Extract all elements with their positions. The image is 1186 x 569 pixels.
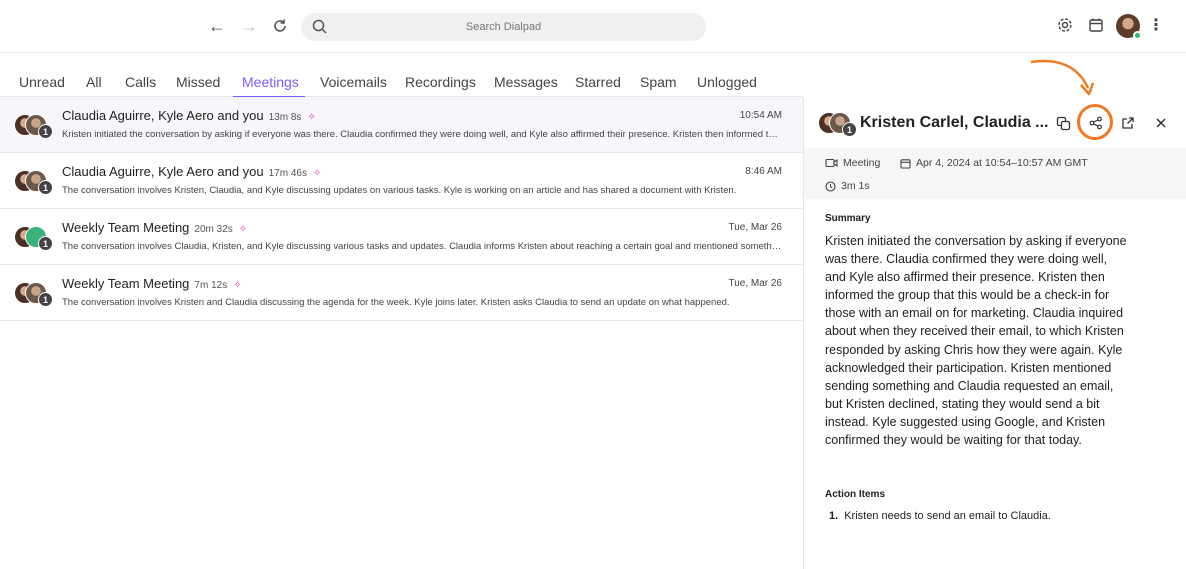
conversation-title-text: Claudia Aguirre, Kyle Aero and you <box>62 164 264 179</box>
clock-icon <box>825 180 836 192</box>
calendar-icon <box>900 158 911 169</box>
tab-missed[interactable]: Missed <box>176 74 220 90</box>
action-items-heading: Action Items <box>825 489 886 500</box>
conversation-duration: 17m 46s <box>268 168 307 179</box>
participant-count-badge: 1 <box>38 124 53 139</box>
meeting-date-label: Apr 4, 2024 at 10:54–10:57 AM GMT <box>916 157 1088 169</box>
conversation-duration: 13m 8s <box>268 112 302 123</box>
search-icon <box>312 19 327 34</box>
tab-messages[interactable]: Messages <box>494 74 558 90</box>
ai-sparkle-icon: ✧ <box>307 112 316 123</box>
detail-title: Kristen Carlel, Claudia ... <box>860 114 1049 131</box>
participant-count-badge: 1 <box>842 122 857 137</box>
conversation-title: Claudia Aguirre, Kyle Aero and you 13m 8s… <box>62 108 316 123</box>
conversation-duration: 20m 32s <box>194 224 233 235</box>
participant-avatars: 1 <box>818 112 858 138</box>
tab-unread[interactable]: Unread <box>19 74 65 90</box>
ai-sparkle-icon: ✧ <box>313 168 322 179</box>
participant-count-badge: 1 <box>38 236 53 251</box>
tab-calls[interactable]: Calls <box>125 74 156 90</box>
online-status-dot <box>1133 31 1142 40</box>
conversation-row[interactable]: 1 Claudia Aguirre, Kyle Aero and you 13m … <box>0 97 803 153</box>
participant-avatars: 1 <box>14 114 54 140</box>
conversation-summary-preview: The conversation involves Claudia, Krist… <box>62 241 782 252</box>
detail-header: 1 Kristen Carlel, Claudia ... <box>804 97 1186 148</box>
ai-sparkle-icon: ✧ <box>238 224 248 235</box>
participant-count-badge: 1 <box>38 180 53 195</box>
back-arrow-icon[interactable]: ← <box>206 15 228 37</box>
tab-recordings[interactable]: Recordings <box>405 74 476 90</box>
conversation-duration: 7m 12s <box>194 280 228 291</box>
meeting-duration-label: 3m 1s <box>841 180 870 192</box>
forward-arrow-icon[interactable]: → <box>238 15 260 37</box>
action-item: 1. Kristen needs to send an email to Clau… <box>829 510 1051 522</box>
action-item-text: Kristen needs to send an email to Claudi… <box>844 510 1051 522</box>
meeting-type-label: Meeting <box>843 157 881 169</box>
more-options-icon[interactable]: ⋮ <box>1148 15 1164 35</box>
conversation-title: Weekly Team Meeting 20m 32s ✧ <box>62 220 247 235</box>
meeting-detail-panel: 1 Kristen Carlel, Claudia ... Meeting Ap… <box>803 97 1186 569</box>
participant-count-badge: 1 <box>38 292 53 307</box>
ai-sparkle-icon: ✧ <box>233 280 242 291</box>
participant-avatars: 1 <box>14 170 54 196</box>
meeting-summary: Kristen initiated the conversation by as… <box>825 234 1127 448</box>
tab-meetings[interactable]: Meetings <box>242 74 299 90</box>
user-avatar[interactable] <box>1116 14 1142 40</box>
annotation-arrow-icon <box>1030 59 1095 96</box>
tab-unlogged[interactable]: Unlogged <box>697 74 757 90</box>
calendar-icon[interactable] <box>1085 14 1107 36</box>
tab-spam[interactable]: Spam <box>640 74 677 90</box>
conversation-title: Weekly Team Meeting 7m 12s ✧ <box>62 276 242 291</box>
conversation-summary-preview: Kristen initiated the conversation by as… <box>62 129 782 140</box>
video-camera-icon <box>825 158 838 168</box>
participant-avatars: 1 <box>14 282 54 308</box>
conversation-time: 8:46 AM <box>745 166 782 177</box>
summary-heading: Summary <box>825 213 871 224</box>
conversation-summary-preview: The conversation involves Kristen and Cl… <box>62 297 730 308</box>
conversation-summary-preview: The conversation involves Kristen, Claud… <box>62 185 737 196</box>
conversation-title-text: Weekly Team Meeting <box>62 276 190 291</box>
conversation-time: Tue, Mar 26 <box>728 278 782 289</box>
action-item-number: 1. <box>829 510 839 522</box>
conversation-title-text: Claudia Aguirre, Kyle Aero and you <box>62 108 264 123</box>
search-input[interactable]: Search Dialpad <box>301 13 706 41</box>
close-icon[interactable] <box>1150 112 1172 134</box>
filter-tabs: Unread All Calls Missed Meetings Voicema… <box>0 53 803 97</box>
tab-all[interactable]: All <box>86 74 102 90</box>
conversation-time: 10:54 AM <box>739 110 782 121</box>
gear-icon[interactable] <box>1054 14 1076 36</box>
meeting-duration: 3m 1s <box>825 180 870 192</box>
participant-avatars: 1 <box>14 226 54 252</box>
refresh-icon[interactable] <box>269 15 291 37</box>
meeting-type: Meeting <box>825 157 880 169</box>
share-highlight-ring <box>1077 104 1113 140</box>
conversation-time: Tue, Mar 26 <box>728 222 782 233</box>
tab-starred[interactable]: Starred <box>575 74 621 90</box>
conversation-row[interactable]: 1 Weekly Team Meeting 20m 32s ✧ Tue, Mar 2… <box>0 209 803 265</box>
search-placeholder: Search Dialpad <box>465 21 542 33</box>
copy-icon[interactable] <box>1052 112 1074 134</box>
tab-voicemails[interactable]: Voicemails <box>320 74 387 90</box>
conversation-row[interactable]: 1 Claudia Aguirre, Kyle Aero and you 17m … <box>0 153 803 209</box>
top-bar: ← → Search Dialpad ⋮ <box>0 0 1186 53</box>
open-external-icon[interactable] <box>1117 112 1139 134</box>
conversation-row[interactable]: 1 Weekly Team Meeting 7m 12s ✧ Tue, Mar 26… <box>0 265 803 321</box>
conversation-title: Claudia Aguirre, Kyle Aero and you 17m 46… <box>62 164 321 179</box>
conversation-title-text: Weekly Team Meeting <box>62 220 190 235</box>
meeting-date: Apr 4, 2024 at 10:54–10:57 AM GMT <box>900 157 1088 169</box>
